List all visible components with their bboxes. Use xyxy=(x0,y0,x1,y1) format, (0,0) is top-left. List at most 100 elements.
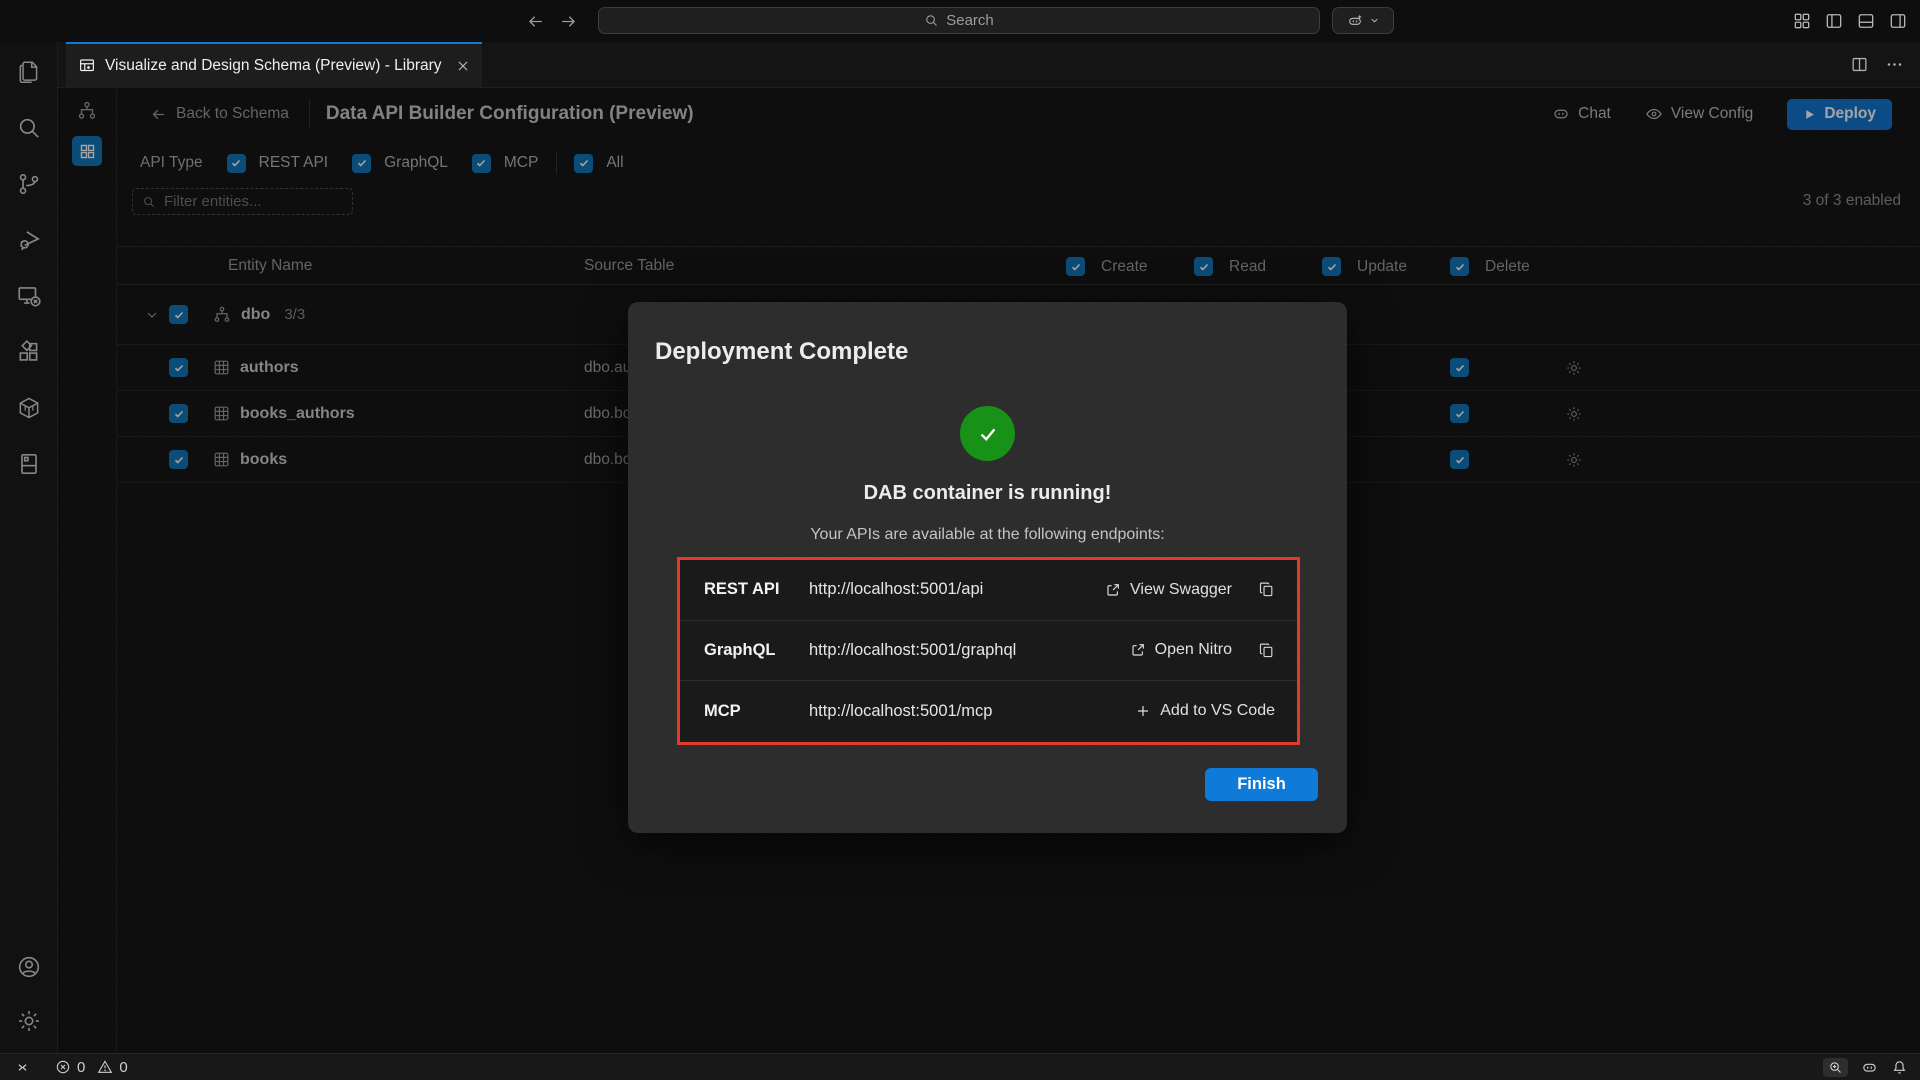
create-column-checkbox[interactable] xyxy=(1066,257,1085,276)
split-editor-icon[interactable] xyxy=(1850,55,1869,74)
chat-button[interactable]: Chat xyxy=(1552,105,1611,123)
container-tools-icon[interactable] xyxy=(15,394,43,422)
schema-view-icon[interactable] xyxy=(72,96,102,126)
eye-icon xyxy=(1645,105,1663,123)
title-bar: Search xyxy=(0,0,1920,42)
delete-column-label: Delete xyxy=(1485,258,1530,276)
read-column-checkbox[interactable] xyxy=(1194,257,1213,276)
search-view-icon[interactable] xyxy=(15,114,43,142)
nav-forward-icon[interactable] xyxy=(559,12,578,31)
source-table-header: Source Table xyxy=(584,257,674,275)
account-icon[interactable] xyxy=(15,953,43,981)
dbo-group-checkbox[interactable] xyxy=(169,305,188,324)
copy-icon[interactable] xyxy=(1258,642,1275,659)
finish-button[interactable]: Finish xyxy=(1205,768,1318,801)
copilot-icon xyxy=(1347,13,1363,29)
toggle-secondary-sidebar-icon[interactable] xyxy=(1888,11,1908,31)
notifications-bell-icon[interactable] xyxy=(1891,1059,1908,1076)
endpoint-action-label: View Swagger xyxy=(1130,581,1232,599)
filter-row: 3 of 3 enabled xyxy=(117,186,1920,234)
chevron-down-icon[interactable] xyxy=(135,307,169,323)
plus-icon xyxy=(1135,703,1151,719)
endpoint-row-rest: REST API http://localhost:5001/api View … xyxy=(680,560,1297,621)
header-divider xyxy=(309,100,310,128)
webview-side-toolbar xyxy=(58,88,117,1053)
update-column-checkbox[interactable] xyxy=(1322,257,1341,276)
nav-back-icon[interactable] xyxy=(526,12,545,31)
more-actions-icon[interactable] xyxy=(1885,55,1904,74)
create-column-label: Create xyxy=(1101,258,1148,276)
row-settings-gear-icon[interactable] xyxy=(1565,405,1583,423)
warning-icon xyxy=(97,1059,113,1075)
api-type-divider xyxy=(556,152,557,174)
extensions-icon[interactable] xyxy=(15,338,43,366)
status-bar: 0 0 xyxy=(0,1053,1920,1080)
open-nitro-link[interactable]: Open Nitro xyxy=(1130,641,1232,659)
delete-checkbox[interactable] xyxy=(1450,450,1469,469)
back-to-schema-link[interactable]: Back to Schema xyxy=(150,105,289,123)
all-checkbox[interactable] xyxy=(574,154,593,173)
endpoint-label: GraphQL xyxy=(704,641,809,660)
view-swagger-link[interactable]: View Swagger xyxy=(1105,581,1232,599)
tab-visualize-design-schema[interactable]: Visualize and Design Schema (Preview) - … xyxy=(66,42,482,87)
copilot-menu-button[interactable] xyxy=(1332,7,1394,34)
row-checkbox[interactable] xyxy=(169,450,188,469)
api-type-label: API Type xyxy=(140,154,203,172)
copilot-chat-icon xyxy=(1552,105,1570,123)
endpoint-url: http://localhost:5001/graphql xyxy=(809,641,1016,660)
problems-indicator[interactable]: 0 0 xyxy=(55,1059,128,1076)
rest-api-checkbox[interactable] xyxy=(227,154,246,173)
filter-entities-field[interactable] xyxy=(164,193,324,210)
view-config-label: View Config xyxy=(1671,105,1753,123)
row-checkbox[interactable] xyxy=(169,404,188,423)
deploy-button[interactable]: Deploy xyxy=(1787,99,1892,130)
deployment-complete-dialog: Deployment Complete DAB container is run… xyxy=(628,302,1347,833)
row-checkbox[interactable] xyxy=(169,358,188,377)
toggle-panel-icon[interactable] xyxy=(1856,11,1876,31)
chat-label: Chat xyxy=(1578,105,1611,123)
filter-search-icon xyxy=(142,195,156,209)
settings-gear-icon[interactable] xyxy=(15,1007,43,1035)
success-check-icon xyxy=(960,406,1015,461)
database-projects-icon[interactable] xyxy=(15,450,43,478)
view-config-button[interactable]: View Config xyxy=(1645,105,1753,123)
run-debug-icon[interactable] xyxy=(15,226,43,254)
add-to-vscode-link[interactable]: Add to VS Code xyxy=(1135,702,1275,720)
customize-layout-icon[interactable] xyxy=(1792,11,1812,31)
row-settings-gear-icon[interactable] xyxy=(1565,451,1583,469)
row-settings-gear-icon[interactable] xyxy=(1565,359,1583,377)
filter-entities-input[interactable] xyxy=(132,188,353,215)
entity-name: books xyxy=(240,451,287,469)
table-grid-icon xyxy=(212,358,231,377)
warning-count: 0 xyxy=(119,1059,127,1076)
source-control-icon[interactable] xyxy=(15,170,43,198)
toggle-primary-sidebar-icon[interactable] xyxy=(1824,11,1844,31)
graphql-checkbox[interactable] xyxy=(352,154,371,173)
remote-indicator-icon[interactable] xyxy=(14,1059,31,1076)
read-column-label: Read xyxy=(1229,258,1266,276)
dab-config-view-icon[interactable] xyxy=(72,136,102,166)
explorer-icon[interactable] xyxy=(15,58,43,86)
config-header: Back to Schema Data API Builder Configur… xyxy=(117,88,1920,140)
entity-name: authors xyxy=(240,359,299,377)
group-name: dbo xyxy=(241,306,270,324)
endpoint-label: REST API xyxy=(704,580,809,599)
remote-explorer-icon[interactable] xyxy=(15,282,43,310)
search-icon xyxy=(924,13,939,28)
screencast-zoom-icon[interactable] xyxy=(1823,1058,1848,1077)
endpoint-row-graphql: GraphQL http://localhost:5001/graphql Op… xyxy=(680,621,1297,682)
external-link-icon xyxy=(1130,642,1146,658)
copy-icon[interactable] xyxy=(1258,581,1275,598)
delete-checkbox[interactable] xyxy=(1450,358,1469,377)
tab-close-icon[interactable] xyxy=(456,59,470,73)
command-search[interactable]: Search xyxy=(598,7,1320,34)
delete-column-checkbox[interactable] xyxy=(1450,257,1469,276)
arrow-left-icon xyxy=(150,106,167,123)
editor-tab-bar: Visualize and Design Schema (Preview) - … xyxy=(58,42,1920,88)
delete-checkbox[interactable] xyxy=(1450,404,1469,423)
mcp-checkbox[interactable] xyxy=(472,154,491,173)
deploy-label: Deploy xyxy=(1824,105,1876,123)
search-label: Search xyxy=(946,12,994,29)
update-column-label: Update xyxy=(1357,258,1407,276)
copilot-status-icon[interactable] xyxy=(1861,1059,1878,1076)
